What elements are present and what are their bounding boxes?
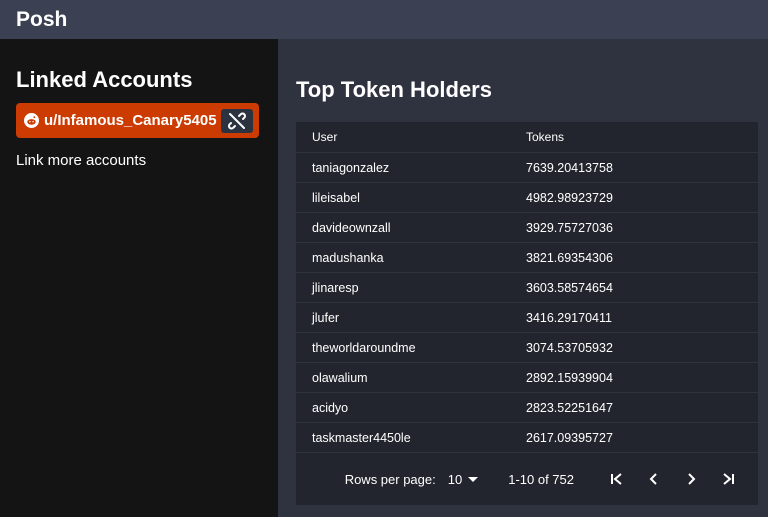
table-row: taniagonzalez 7639.20413758 — [296, 153, 758, 183]
pagination-range: 1-10 of 752 — [508, 471, 574, 487]
row-user: lileisabel — [312, 190, 360, 205]
token-holders-table: User Tokens taniagonzalez 7639.20413758 l… — [296, 122, 758, 505]
row-tokens: 2892.15939904 — [526, 370, 613, 385]
account-username: u/Infamous_Canary5405 — [44, 112, 217, 129]
row-tokens: 2823.52251647 — [526, 400, 613, 415]
rows-per-page-value: 10 — [447, 471, 463, 487]
table-row: acidyo 2823.52251647 — [296, 393, 758, 423]
row-user: jlinaresp — [312, 280, 359, 295]
unlink-icon — [228, 112, 246, 129]
row-tokens: 7639.20413758 — [526, 160, 613, 175]
table-row: jlinaresp 3603.58574654 — [296, 273, 758, 303]
table-row: olawalium 2892.15939904 — [296, 363, 758, 393]
unlink-account-button[interactable] — [221, 108, 253, 133]
first-page-button[interactable] — [598, 463, 635, 495]
row-tokens: 4982.98923729 — [526, 190, 613, 205]
main-content: Top Token Holders User Tokens taniagonza… — [278, 39, 768, 517]
table-row: taskmaster4450le 2617.09395727 — [296, 423, 758, 453]
previous-page-button[interactable] — [635, 463, 672, 495]
account-info: u/Infamous_Canary5405 — [24, 112, 217, 129]
page-title: Top Token Holders — [296, 77, 492, 102]
linked-account-chip[interactable]: u/Infamous_Canary5405 — [16, 103, 259, 138]
table-row: madushanka 3821.69354306 — [296, 243, 758, 273]
row-user: acidyo — [312, 400, 349, 415]
row-user: taniagonzalez — [312, 160, 390, 175]
app-title: Posh — [16, 7, 68, 31]
table-row: jlufer 3416.29170411 — [296, 303, 758, 333]
table-row: theworldaroundme 3074.53705932 — [296, 333, 758, 363]
first-page-icon — [610, 473, 622, 485]
link-more-accounts-link[interactable]: Link more accounts — [16, 152, 262, 169]
table-row: lileisabel 4982.98923729 — [296, 183, 758, 213]
app-bar: Posh — [0, 0, 768, 39]
column-header-user[interactable]: User — [296, 130, 526, 144]
last-page-icon — [722, 473, 734, 485]
table-header: User Tokens — [296, 122, 758, 153]
sidebar: Linked Accounts u/Infamous_Canary5405 Li… — [0, 39, 278, 517]
table-pagination: Rows per page: 10 1-10 of 752 — [296, 453, 758, 505]
row-user: theworldaroundme — [312, 340, 416, 355]
chevron-left-icon — [649, 473, 657, 485]
row-tokens: 3929.75727036 — [526, 220, 613, 235]
rows-per-page-label: Rows per page: — [344, 471, 436, 487]
row-user: olawalium — [312, 370, 368, 385]
row-tokens: 3603.58574654 — [526, 280, 613, 295]
row-user: madushanka — [312, 250, 384, 265]
reddit-icon — [24, 113, 39, 128]
page-layout: Linked Accounts u/Infamous_Canary5405 Li… — [0, 39, 768, 517]
column-header-tokens[interactable]: Tokens — [526, 130, 758, 144]
row-user: davideownzall — [312, 220, 391, 235]
last-page-button[interactable] — [709, 463, 746, 495]
row-tokens: 3821.69354306 — [526, 250, 613, 265]
row-user: taskmaster4450le — [312, 430, 411, 445]
linked-accounts-heading: Linked Accounts — [16, 67, 193, 92]
table-row: davideownzall 3929.75727036 — [296, 213, 758, 243]
next-page-button[interactable] — [672, 463, 709, 495]
row-user: jlufer — [312, 310, 340, 325]
rows-per-page-select[interactable]: 10 — [447, 471, 479, 487]
row-tokens: 3074.53705932 — [526, 340, 613, 355]
row-tokens: 2617.09395727 — [526, 430, 613, 445]
caret-down-icon — [468, 476, 479, 482]
table-body: taniagonzalez 7639.20413758 lileisabel 498… — [296, 153, 758, 453]
row-tokens: 3416.29170411 — [526, 310, 612, 325]
chevron-right-icon — [687, 473, 695, 485]
